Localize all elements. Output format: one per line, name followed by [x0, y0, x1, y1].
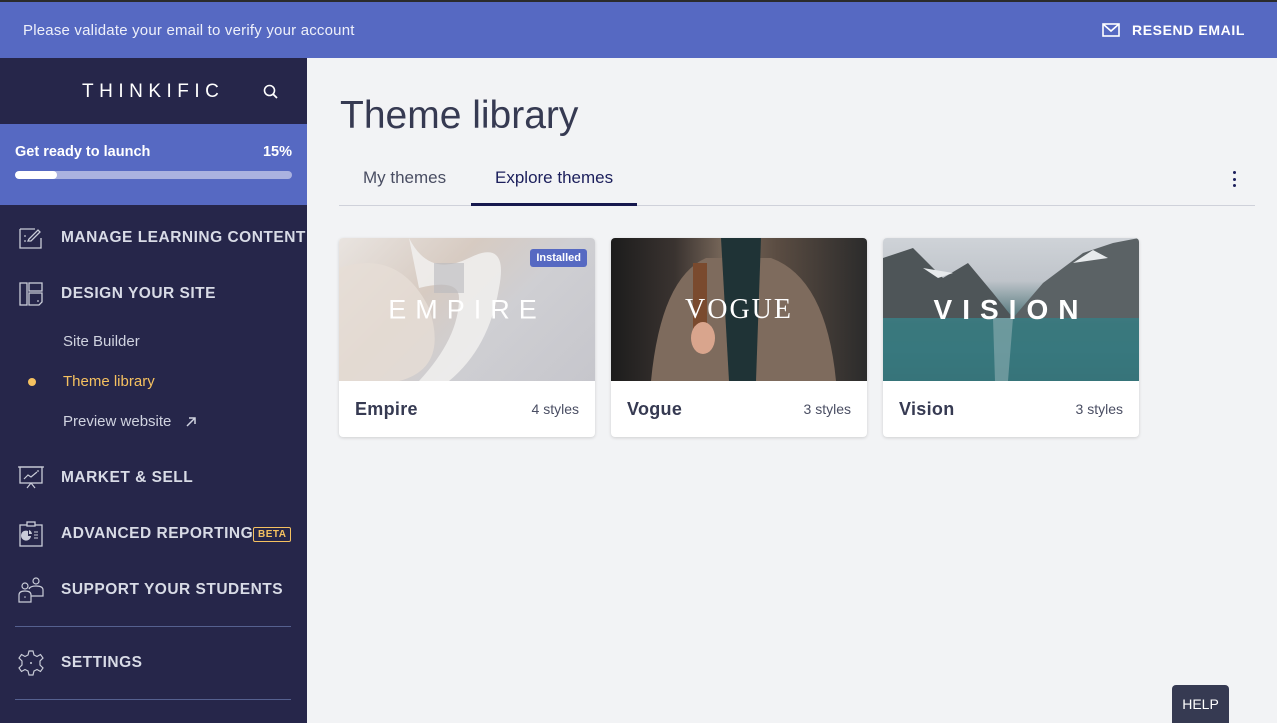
layout-icon — [19, 282, 43, 306]
vogue-thumbnail: VOGUE — [611, 238, 867, 381]
theme-name: Empire — [355, 398, 418, 419]
sidebar-subitem-site-builder[interactable]: Site Builder — [63, 333, 140, 350]
launch-checklist[interactable]: Get ready to launch 15% — [0, 124, 307, 205]
kebab-menu-icon[interactable] — [1229, 170, 1239, 188]
sidebar: THINKIFIC Get ready to launch 15% MANAGE… — [0, 58, 307, 723]
sidebar-item-label: SUPPORT YOUR STUDENTS — [61, 581, 284, 598]
vision-thumb-title: VISION — [933, 293, 1089, 325]
empire-thumb-title: EMPIRE — [388, 294, 546, 324]
theme-card-vision[interactable]: VISION Vision 3 styles — [883, 238, 1139, 437]
edit-content-icon — [19, 228, 42, 249]
sidebar-subitem-theme-library[interactable]: Theme library — [63, 373, 155, 390]
launch-progress-bar — [15, 171, 292, 179]
tab-explore-themes[interactable]: Explore themes — [471, 168, 638, 206]
resend-email-button[interactable]: RESEND EMAIL — [1102, 22, 1245, 38]
sidebar-item-settings[interactable]: SETTINGS — [0, 643, 307, 683]
installed-badge: Installed — [530, 249, 587, 267]
help-button[interactable]: HELP — [1172, 685, 1229, 723]
resend-email-label: RESEND EMAIL — [1132, 22, 1245, 38]
empire-thumbnail: EMPIRE Installed — [339, 238, 595, 381]
sidebar-item-label: ADVANCED REPORTING — [61, 525, 254, 542]
sidebar-item-manage-learning-content[interactable]: MANAGE LEARNING CONTENT — [0, 218, 307, 258]
report-clipboard-icon — [19, 521, 43, 547]
sidebar-item-advanced-reporting[interactable]: ADVANCED REPORTING BETA — [0, 514, 307, 554]
mail-icon — [1102, 23, 1120, 37]
theme-tabs: My themes Explore themes — [339, 158, 1255, 206]
sidebar-item-label: SETTINGS — [61, 654, 143, 671]
theme-style-count: 3 styles — [1075, 401, 1123, 417]
main-content: Theme library My themes Explore themes E… — [307, 58, 1277, 723]
sidebar-item-market-and-sell[interactable]: MARKET & SELL — [0, 458, 307, 498]
beta-badge: BETA — [253, 526, 292, 542]
banner-message: Please validate your email to verify you… — [23, 21, 355, 39]
search-icon[interactable] — [262, 83, 280, 101]
sidebar-item-support-your-students[interactable]: SUPPORT YOUR STUDENTS — [0, 570, 307, 610]
sidebar-divider — [15, 699, 291, 700]
sidebar-item-label: MARKET & SELL — [61, 469, 194, 486]
sidebar-item-label: MANAGE LEARNING CONTENT — [61, 229, 306, 246]
gear-icon — [18, 650, 44, 676]
verify-email-banner: Please validate your email to verify you… — [0, 2, 1277, 58]
users-icon — [18, 577, 44, 603]
sidebar-divider — [15, 626, 291, 627]
launch-percent: 15% — [262, 144, 292, 160]
theme-style-count: 4 styles — [531, 401, 579, 417]
sidebar-item-design-your-site[interactable]: DESIGN YOUR SITE — [0, 274, 307, 314]
theme-name: Vogue — [627, 398, 683, 419]
sidebar-subitem-preview-website[interactable]: Preview website — [63, 413, 197, 430]
sidebar-header: THINKIFIC — [0, 58, 307, 124]
presentation-chart-icon — [18, 466, 44, 489]
vision-thumbnail: VISION — [883, 238, 1139, 381]
preview-website-label: Preview website — [63, 413, 172, 430]
vogue-thumb-title: VOGUE — [685, 293, 793, 325]
external-arrow-icon — [186, 416, 197, 427]
tab-my-themes[interactable]: My themes — [339, 168, 470, 206]
theme-card-empire[interactable]: EMPIRE Installed Empire 4 styles — [339, 238, 595, 437]
theme-name: Vision — [899, 398, 955, 419]
page-title: Theme library — [340, 94, 579, 137]
launch-progress-fill — [15, 171, 57, 179]
theme-card-vogue[interactable]: VOGUE Vogue 3 styles — [611, 238, 867, 437]
theme-style-count: 3 styles — [803, 401, 851, 417]
sidebar-item-label: DESIGN YOUR SITE — [61, 285, 216, 302]
launch-label: Get ready to launch — [15, 144, 151, 160]
thinkific-logo[interactable]: THINKIFIC — [82, 81, 224, 103]
active-indicator-dot — [28, 378, 36, 386]
